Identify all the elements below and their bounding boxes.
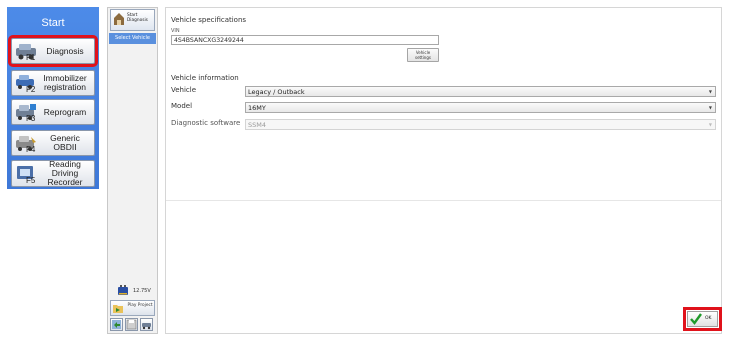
vehicle-label: Vehicle xyxy=(171,86,197,94)
battery-icon xyxy=(118,285,128,295)
generic-obd2-button[interactable]: F4 Generic OBDII xyxy=(11,130,95,156)
vin-field[interactable]: 4S4BSANCXG3249244 xyxy=(171,35,439,45)
vehicle-specifications-title: Vehicle specifications xyxy=(171,16,247,24)
play-project-label: Play Project xyxy=(127,303,153,308)
ok-button[interactable]: OK xyxy=(687,311,718,327)
immobilizer-registration-label: Immobilizer registration xyxy=(43,73,87,92)
generic-obd2-label: Generic OBDII xyxy=(50,133,80,152)
model-label: Model xyxy=(171,102,193,110)
select-vehicle-step[interactable]: Select Vehicle xyxy=(109,33,156,44)
vehicle-settings-button[interactable]: Vehicle settings xyxy=(407,48,439,62)
car-settings-icon xyxy=(142,323,151,330)
reprogram-label: Reprogram xyxy=(43,106,87,117)
f1-key-label: F1 xyxy=(26,53,36,62)
diagnostic-software-value: SSM4 xyxy=(248,121,266,129)
model-value: 16MY xyxy=(248,104,266,112)
vehicle-value: Legacy / Outback xyxy=(248,88,305,96)
navigation-column: Start Diagnosis Select Vehicle 12.75V Pl… xyxy=(107,7,158,334)
start-diagnosis-tab[interactable]: Start Diagnosis xyxy=(110,9,155,31)
start-title: Start xyxy=(41,17,65,29)
start-diagnosis-label: Start Diagnosis xyxy=(127,13,148,23)
chevron-down-icon: ▼ xyxy=(708,122,712,127)
reading-driving-recorder-label: Reading Driving Recorder xyxy=(47,159,83,187)
f4-key-label: F4 xyxy=(26,145,36,154)
settings-button[interactable] xyxy=(140,318,153,331)
ok-highlight: OK xyxy=(683,307,722,331)
vehicle-select[interactable]: Legacy / Outback ▼ xyxy=(245,86,716,97)
start-panel: Start F1 Diagnosis F2 Immobilizer regist… xyxy=(7,7,99,189)
model-select[interactable]: 16MY ▼ xyxy=(245,102,716,113)
diagnosis-button[interactable]: F1 Diagnosis xyxy=(8,35,98,67)
vehicle-information-title: Vehicle information xyxy=(171,74,239,82)
diagnostic-software-select: SSM4 ▼ xyxy=(245,119,716,130)
save-button[interactable] xyxy=(125,318,138,331)
reading-driving-recorder-button[interactable]: F5 Reading Driving Recorder xyxy=(11,160,95,187)
f5-key-label: F5 xyxy=(26,176,36,185)
diagnostic-software-label: Diagnostic software xyxy=(171,119,241,127)
save-icon xyxy=(126,319,137,330)
checkmark-icon xyxy=(690,313,702,325)
chevron-down-icon: ▼ xyxy=(708,89,712,94)
home-icon xyxy=(114,13,124,25)
play-project-button[interactable]: Play Project xyxy=(110,300,155,316)
main-content: Vehicle specifications VIN 4S4BSANCXG324… xyxy=(165,7,722,334)
battery-voltage: 12.75V xyxy=(133,288,151,294)
export-button[interactable] xyxy=(110,318,123,331)
divider xyxy=(166,200,721,201)
folder-play-icon xyxy=(113,305,123,313)
immobilizer-registration-button[interactable]: F2 Immobilizer registration xyxy=(11,70,95,96)
diagnosis-label: Diagnosis xyxy=(46,45,84,56)
chevron-down-icon: ▼ xyxy=(708,105,712,110)
reprogram-button[interactable]: F3 Reprogram xyxy=(11,99,95,125)
export-icon xyxy=(112,320,121,329)
ok-label: OK xyxy=(705,316,712,321)
f3-key-label: F3 xyxy=(26,114,36,123)
f2-key-label: F2 xyxy=(26,85,36,94)
vin-label: VIN xyxy=(171,28,180,34)
